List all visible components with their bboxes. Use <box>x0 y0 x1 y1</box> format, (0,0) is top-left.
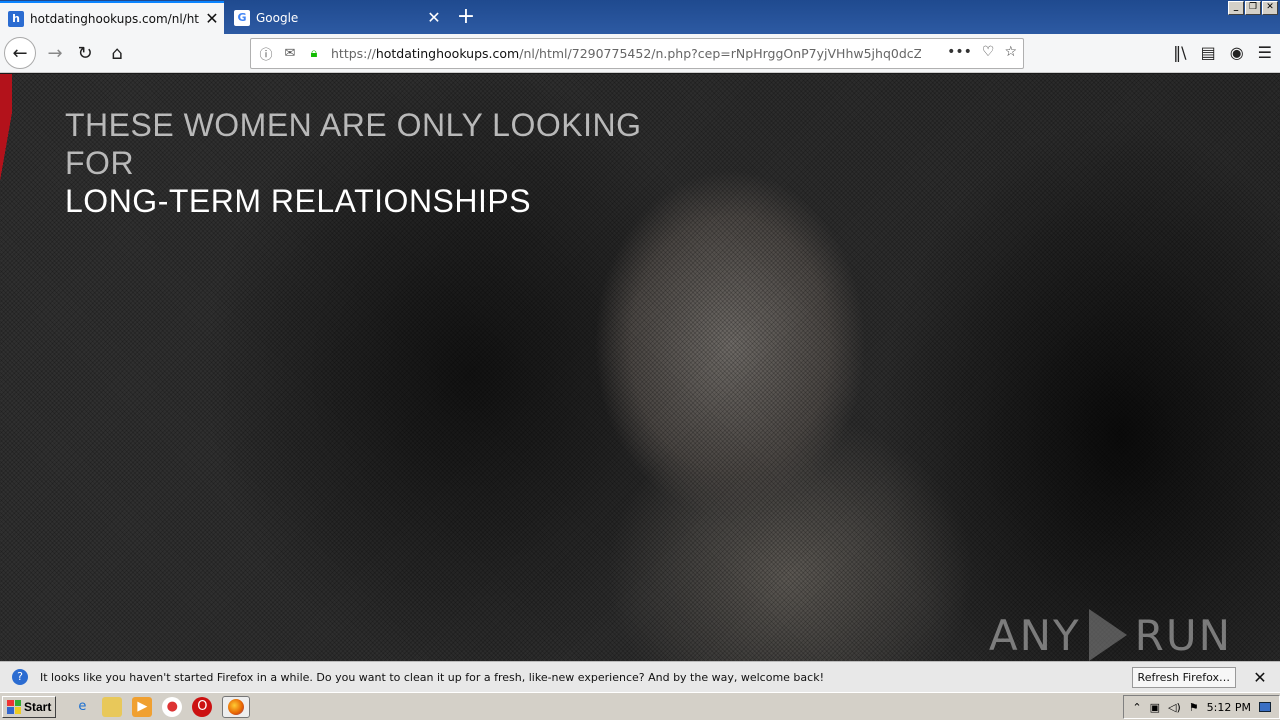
media-player-icon[interactable]: ▶ <box>132 696 153 717</box>
opera-icon[interactable]: O <box>192 696 213 717</box>
show-desktop-icon[interactable] <box>1259 702 1271 712</box>
url-text[interactable]: https://hotdatinghookups.com/nl/html/729… <box>331 46 921 61</box>
taskbar: Start e ▶ ● O ⌃ ▣ ◁) ⚑ 5:12 PM <box>0 692 1280 720</box>
headline-line-1: THESE WOMEN ARE ONLY LOOKING FOR <box>65 107 642 181</box>
refresh-firefox-button[interactable]: Refresh Firefox… <box>1131 666 1236 688</box>
account-icon[interactable]: ◉ <box>1230 43 1244 62</box>
pocket-icon[interactable]: ♡ <box>982 44 995 60</box>
web-page-content: THESE WOMEN ARE ONLY LOOKING FOR LONG-TE… <box>0 74 1280 661</box>
back-button[interactable]: ← <box>4 37 36 69</box>
close-tab-icon[interactable]: ✕ <box>200 9 224 28</box>
site-info-icon[interactable]: ⓘ <box>257 44 275 63</box>
home-button[interactable]: ⌂ <box>102 38 132 68</box>
hero-headline: THESE WOMEN ARE ONLY LOOKING FOR LONG-TE… <box>65 106 665 220</box>
tab-title: hotdatinghookups.com/nl/html/729 <box>30 11 200 26</box>
notification-bar: ? It looks like you haven't started Fire… <box>0 661 1280 692</box>
system-tray: ⌃ ▣ ◁) ⚑ 5:12 PM <box>1123 695 1280 719</box>
close-notification-icon[interactable]: ✕ <box>1250 668 1270 687</box>
tab-hotdatinghookups[interactable]: h hotdatinghookups.com/nl/html/729 ✕ <box>0 1 224 34</box>
red-accent-stripe <box>0 74 12 184</box>
sidebar-icon[interactable]: ▤ <box>1201 43 1216 62</box>
network-icon[interactable]: ▣ <box>1150 701 1160 714</box>
volume-icon[interactable]: ◁) <box>1168 701 1181 714</box>
flag-icon[interactable]: ⚑ <box>1189 701 1199 714</box>
navigation-toolbar: ← → ↻ ⌂ ⓘ ✉ 🔒︎ https://hotdatinghookups.… <box>0 34 1280 73</box>
toolbar-right: ‖\ ▤ ◉ ☰ <box>1173 43 1272 62</box>
windows-logo-icon <box>7 699 21 714</box>
play-icon <box>1088 609 1127 661</box>
start-button[interactable]: Start <box>2 695 57 718</box>
google-favicon-icon: G <box>234 9 250 26</box>
site-favicon-icon: h <box>8 10 24 27</box>
new-tab-button[interactable]: + <box>452 4 480 30</box>
tray-expand-icon[interactable]: ⌃ <box>1132 701 1141 714</box>
notification-message: It looks like you haven't started Firefo… <box>40 670 824 684</box>
chrome-icon[interactable]: ● <box>162 696 183 717</box>
question-icon: ? <box>12 669 28 685</box>
minimize-button[interactable]: _ <box>1228 1 1244 15</box>
window-controls: _ ❐ ✕ <box>1228 1 1278 15</box>
firefox-taskbar-icon[interactable] <box>222 695 251 718</box>
menu-icon[interactable]: ☰ <box>1258 43 1272 62</box>
permissions-icon[interactable]: ✉ <box>281 46 299 61</box>
reload-button[interactable]: ↻ <box>70 38 100 68</box>
bookmark-star-icon[interactable]: ☆ <box>1004 44 1017 60</box>
library-icon[interactable]: ‖\ <box>1173 43 1186 62</box>
close-window-button[interactable]: ✕ <box>1262 1 1278 15</box>
tab-title: Google <box>256 10 299 25</box>
anyrun-watermark: ANY RUN <box>988 609 1232 661</box>
clock[interactable]: 5:12 PM <box>1207 701 1251 714</box>
lock-icon[interactable]: 🔒︎ <box>305 46 323 61</box>
quick-launch: e ▶ ● O <box>72 695 251 718</box>
page-actions-icon[interactable]: ••• <box>947 44 972 60</box>
forward-button[interactable]: → <box>40 38 70 68</box>
close-tab-icon[interactable]: ✕ <box>422 8 446 27</box>
headline-line-2: LONG-TERM RELATIONSHIPS <box>65 183 532 219</box>
internet-explorer-icon[interactable]: e <box>72 697 92 717</box>
tab-google[interactable]: G Google ✕ <box>226 1 446 34</box>
address-bar[interactable]: ⓘ ✉ 🔒︎ https://hotdatinghookups.com/nl/h… <box>250 38 1024 69</box>
restore-button[interactable]: ❐ <box>1245 1 1261 15</box>
tab-strip: h hotdatinghookups.com/nl/html/729 ✕ G G… <box>0 0 1280 34</box>
folder-icon[interactable] <box>102 696 123 717</box>
